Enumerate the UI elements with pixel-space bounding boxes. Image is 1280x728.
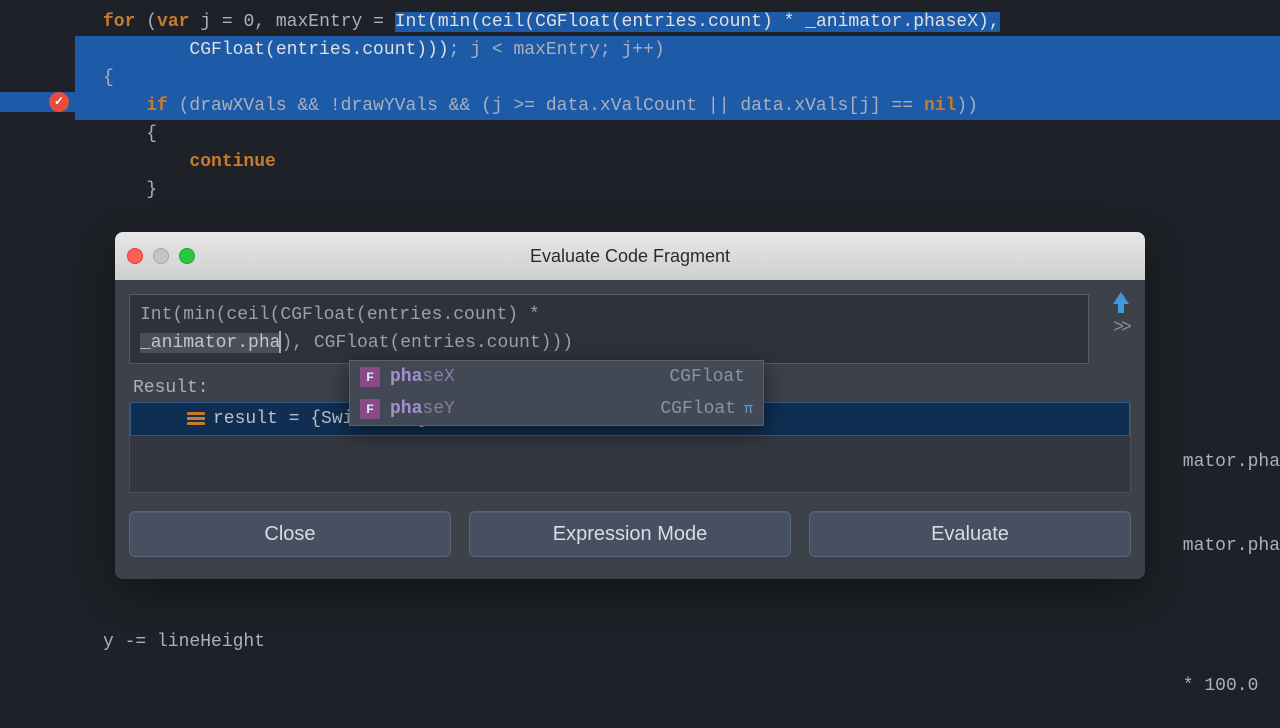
gutter[interactable] bbox=[0, 92, 75, 112]
code-line[interactable]: { bbox=[75, 64, 1280, 92]
dialog-title: Evaluate Code Fragment bbox=[115, 246, 1145, 267]
code-line[interactable]: CGFloat(entries.count))); j < maxEntry; … bbox=[75, 36, 1280, 64]
breakpoint-icon[interactable] bbox=[49, 92, 69, 112]
selection: Int(min(ceil(CGFloat(entries.count) * _a… bbox=[395, 12, 1000, 32]
keyword-continue: continue bbox=[103, 152, 276, 172]
field-badge-icon: F bbox=[360, 367, 380, 387]
close-button[interactable]: Close bbox=[129, 511, 451, 557]
autocomplete-item[interactable]: F phaseX CGFloat bbox=[350, 361, 763, 393]
autocomplete-item[interactable]: F phaseY CGFloat π bbox=[350, 393, 763, 425]
keyword-if: if bbox=[103, 96, 179, 116]
keyword-nil: nil bbox=[924, 96, 956, 116]
code-line[interactable]: } bbox=[75, 176, 1280, 204]
pi-icon: π bbox=[744, 401, 753, 418]
autocomplete-type: CGFloat bbox=[660, 399, 736, 419]
background-code: mator.pha mator.pha * 100.0 bbox=[1183, 392, 1280, 728]
code-line[interactable]: for (var j = 0, maxEntry = Int(min(ceil(… bbox=[75, 8, 1280, 36]
history-up-icon[interactable] bbox=[1113, 292, 1129, 304]
expression-mode-button[interactable]: Expression Mode bbox=[469, 511, 791, 557]
field-badge-icon: F bbox=[360, 399, 380, 419]
autocomplete-type: CGFloat bbox=[669, 367, 745, 387]
dialog-titlebar[interactable]: Evaluate Code Fragment bbox=[115, 232, 1145, 280]
expression-input[interactable]: Int(min(ceil(CGFloat(entries.count) * _a… bbox=[129, 294, 1089, 364]
code-line[interactable]: if (drawXVals && !drawYVals && (j >= dat… bbox=[75, 92, 1280, 120]
expand-icon[interactable]: >> bbox=[1113, 318, 1129, 338]
code-line[interactable]: { bbox=[75, 120, 1280, 148]
keyword-var: var bbox=[157, 12, 200, 32]
bottom-code: y -= lineHeight bbox=[75, 628, 265, 656]
expression-selection: _animator.pha bbox=[140, 333, 280, 353]
result-empty bbox=[130, 436, 1130, 492]
evaluate-button[interactable]: Evaluate bbox=[809, 511, 1131, 557]
struct-icon bbox=[187, 412, 205, 426]
code-line[interactable]: continue bbox=[75, 148, 1280, 176]
code-editor[interactable]: for (var j = 0, maxEntry = Int(min(ceil(… bbox=[0, 0, 1280, 204]
keyword-for: for bbox=[103, 12, 146, 32]
autocomplete-popup[interactable]: F phaseX CGFloat F phaseY CGFloat π bbox=[349, 360, 764, 426]
